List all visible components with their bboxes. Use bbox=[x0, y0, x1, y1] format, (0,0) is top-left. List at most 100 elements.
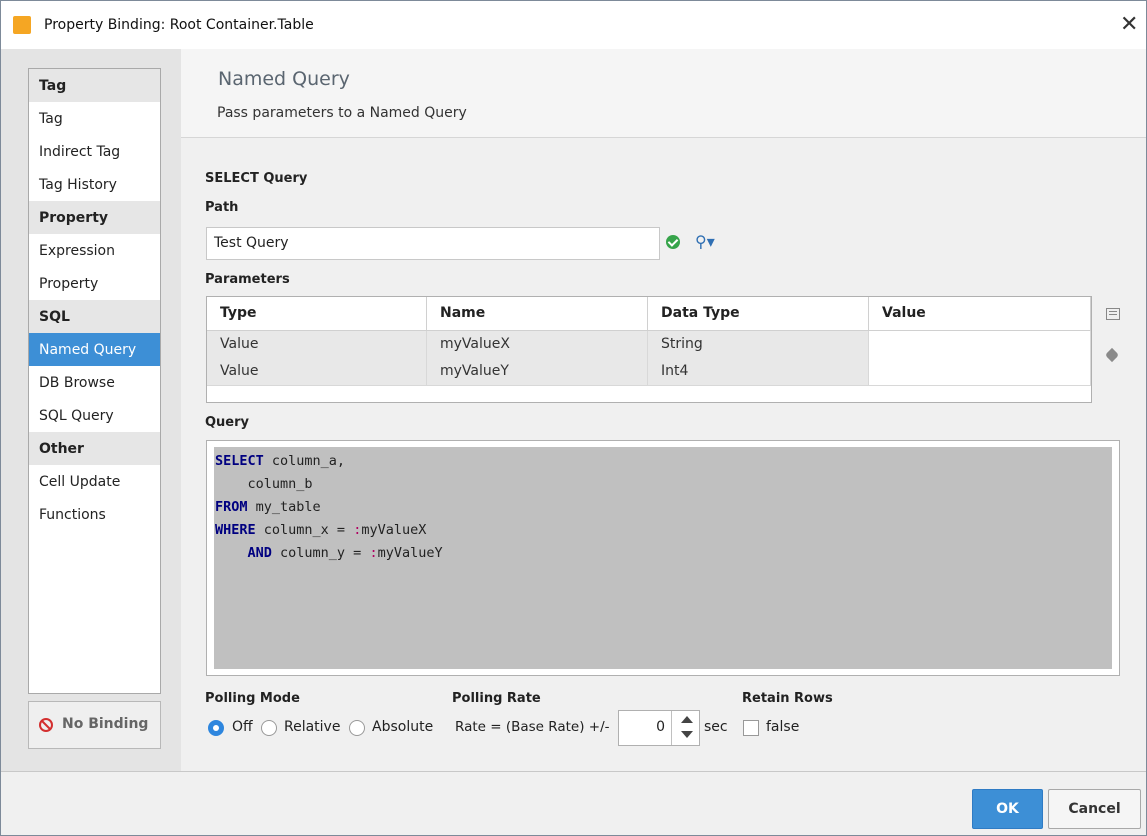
column-header-label: Name bbox=[440, 305, 486, 321]
column-header-label: Data Type bbox=[661, 305, 740, 321]
sql-text: my_table bbox=[247, 499, 321, 515]
cell-text: myValueX bbox=[440, 336, 510, 352]
title-bar: Property Binding: Root Container.Table ✕ bbox=[1, 1, 1146, 49]
sidebar-item-named-query[interactable]: Named Query bbox=[29, 333, 160, 366]
table-cell: Value bbox=[207, 358, 427, 386]
select-query-label: SELECT Query bbox=[205, 171, 308, 186]
page-header: Named Query Pass parameters to a Named Q… bbox=[181, 49, 1146, 137]
sql-keyword: WHERE bbox=[215, 522, 256, 538]
polling-rate-label: Polling Rate bbox=[452, 691, 541, 706]
sidebar-item-sql-query[interactable]: SQL Query bbox=[29, 399, 160, 432]
list-view-icon[interactable] bbox=[1106, 308, 1120, 320]
table-row[interactable]: Value myValueY Int4 bbox=[207, 358, 1091, 386]
sql-text: myValueX bbox=[361, 522, 427, 538]
ok-button[interactable]: OK bbox=[972, 789, 1043, 829]
retain-rows-value: false bbox=[766, 719, 800, 735]
rate-value: 0 bbox=[656, 719, 665, 735]
parameters-table: Type Name Data Type Value Value myValueX Strin… bbox=[206, 296, 1092, 403]
query-text-area[interactable]: SELECT column_a, column_b FROM my_table WH… bbox=[214, 447, 1112, 669]
query-line: SELECT column_a, bbox=[215, 450, 443, 473]
cancel-button[interactable]: Cancel bbox=[1048, 789, 1141, 829]
table-cell: String bbox=[648, 331, 869, 359]
column-header[interactable]: Value bbox=[869, 297, 1091, 330]
cell-text: Value bbox=[220, 336, 259, 352]
column-header[interactable]: Type bbox=[207, 297, 427, 330]
param-marker: : bbox=[369, 545, 378, 561]
rate-stepper-buttons[interactable] bbox=[671, 711, 700, 745]
sidebar-item-tag[interactable]: Tag bbox=[29, 102, 160, 135]
column-header-label: Value bbox=[882, 305, 926, 321]
sidebar-item-expression[interactable]: Expression bbox=[29, 234, 160, 267]
sidebar-item-db-browse[interactable]: DB Browse bbox=[29, 366, 160, 399]
table-cell: myValueY bbox=[427, 358, 648, 386]
query-code: SELECT column_a, column_b FROM my_table WH… bbox=[215, 450, 443, 565]
sidebar-item-property[interactable]: Property bbox=[29, 267, 160, 300]
rate-prefix: Rate = (Base Rate) +/- bbox=[455, 719, 610, 735]
retain-rows-checkbox[interactable] bbox=[743, 720, 759, 736]
table-cell: Int4 bbox=[648, 358, 869, 386]
sidebar-item-label: Indirect Tag bbox=[39, 144, 121, 160]
polling-mode-label: Polling Mode bbox=[205, 691, 300, 706]
table-row[interactable]: Value myValueX String bbox=[207, 331, 1091, 359]
radio-relative[interactable] bbox=[261, 720, 277, 736]
query-line: AND column_y = :myValueY bbox=[215, 542, 443, 565]
sidebar-item-label: Named Query bbox=[39, 342, 137, 358]
valid-check-icon bbox=[666, 235, 680, 249]
sql-text: column_y = bbox=[271, 545, 370, 561]
radio-off[interactable] bbox=[208, 720, 224, 736]
sidebar-item-label: Tag bbox=[39, 111, 63, 127]
sidebar-item-functions[interactable]: Functions bbox=[29, 498, 160, 531]
sidebar-item-label: DB Browse bbox=[39, 375, 115, 391]
query-label: Query bbox=[205, 415, 250, 430]
sidebar-item-label: Cell Update bbox=[39, 474, 121, 490]
path-value: Test Query bbox=[214, 235, 289, 251]
sidebar-item-label: Property bbox=[39, 276, 99, 292]
binding-config-panel: SELECT Query Path Test Query ⚲▾ Paramete… bbox=[181, 137, 1146, 772]
no-binding-button[interactable]: No Binding bbox=[28, 701, 161, 749]
table-header: Type Name Data Type Value bbox=[207, 297, 1091, 331]
search-browse-icon[interactable]: ⚲▾ bbox=[695, 232, 715, 251]
cell-text: Value bbox=[220, 363, 259, 379]
close-icon[interactable]: ✕ bbox=[1120, 11, 1138, 39]
radio-absolute[interactable] bbox=[349, 720, 365, 736]
value-cell[interactable] bbox=[869, 358, 1091, 386]
sql-text: column_a, bbox=[263, 453, 346, 469]
no-entry-icon bbox=[39, 718, 53, 732]
sidebar-group-label: SQL bbox=[39, 309, 70, 325]
rate-stepper[interactable]: 0 bbox=[618, 710, 700, 746]
query-line: FROM my_table bbox=[215, 496, 443, 519]
sidebar-item-tag-history[interactable]: Tag History bbox=[29, 168, 160, 201]
sidebar-item-indirect-tag[interactable]: Indirect Tag bbox=[29, 135, 160, 168]
property-binding-dialog: Property Binding: Root Container.Table ✕… bbox=[0, 0, 1147, 836]
sql-text: column_x = bbox=[255, 522, 354, 538]
value-cell[interactable] bbox=[869, 331, 1091, 359]
sidebar-item-label: SQL Query bbox=[39, 408, 114, 424]
sidebar-group-header: Other bbox=[29, 432, 160, 465]
radio-absolute-label: Absolute bbox=[372, 719, 434, 735]
app-icon bbox=[13, 16, 31, 34]
query-line: column_b bbox=[215, 473, 443, 496]
arrow-up-icon[interactable] bbox=[681, 716, 693, 723]
binding-type-list: Tag Tag Indirect Tag Tag History Property Exp… bbox=[28, 68, 161, 694]
radio-relative-label: Relative bbox=[284, 719, 341, 735]
tag-icon[interactable] bbox=[1104, 347, 1120, 363]
query-editor[interactable]: SELECT column_a, column_b FROM my_table WH… bbox=[206, 440, 1120, 676]
column-header[interactable]: Data Type bbox=[648, 297, 869, 330]
sidebar-group-header: Tag bbox=[29, 69, 160, 102]
path-label: Path bbox=[205, 200, 239, 215]
sidebar-item-cell-update[interactable]: Cell Update bbox=[29, 465, 160, 498]
column-header[interactable]: Name bbox=[427, 297, 648, 330]
cell-text: String bbox=[661, 336, 703, 352]
path-field[interactable]: Test Query bbox=[206, 227, 660, 260]
sidebar-group-label: Tag bbox=[39, 78, 67, 94]
sql-keyword: FROM bbox=[215, 499, 248, 515]
parameters-label: Parameters bbox=[205, 272, 290, 287]
window-title: Property Binding: Root Container.Table bbox=[44, 17, 314, 33]
sql-text: column_b bbox=[215, 476, 313, 492]
no-binding-label: No Binding bbox=[62, 716, 149, 732]
sidebar-item-label: Expression bbox=[39, 243, 115, 259]
cell-text: Int4 bbox=[661, 363, 689, 379]
sidebar-group-header: Property bbox=[29, 201, 160, 234]
arrow-down-icon[interactable] bbox=[681, 731, 693, 738]
rate-unit: sec bbox=[704, 719, 728, 735]
